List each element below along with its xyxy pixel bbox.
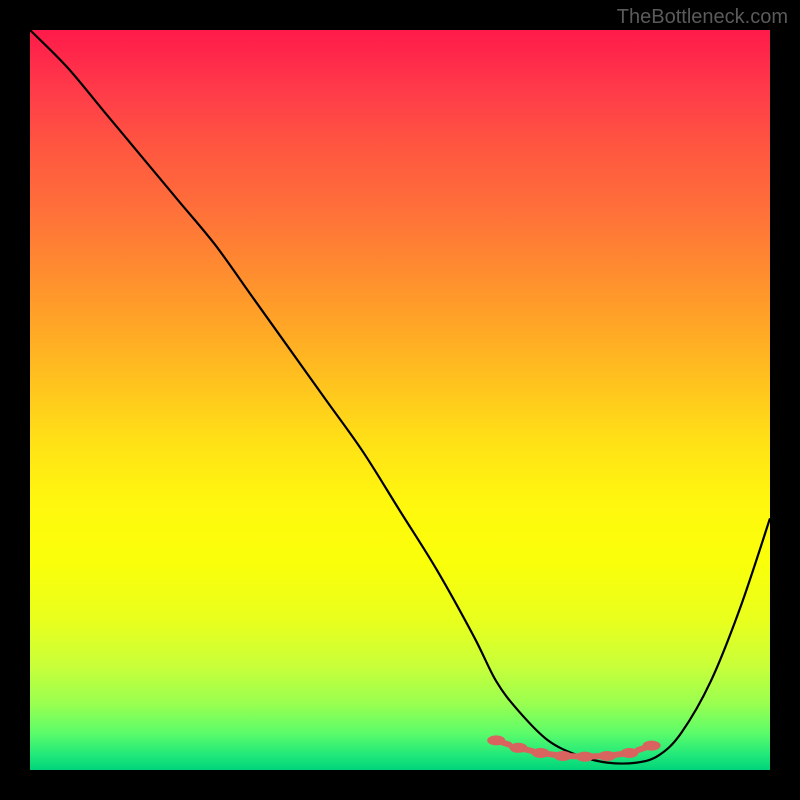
marker-dot bbox=[554, 751, 572, 761]
chart-svg bbox=[30, 30, 770, 770]
marker-dots bbox=[487, 735, 660, 761]
plot-area bbox=[30, 30, 770, 770]
marker-dot bbox=[487, 735, 505, 745]
watermark-text: TheBottleneck.com bbox=[617, 6, 788, 29]
marker-dot bbox=[532, 748, 550, 758]
marker-dot bbox=[576, 752, 594, 762]
marker-dot bbox=[598, 751, 616, 761]
marker-dot bbox=[509, 743, 527, 753]
marker-dot bbox=[643, 741, 661, 751]
bottleneck-curve bbox=[30, 30, 770, 764]
marker-dot bbox=[620, 748, 638, 758]
